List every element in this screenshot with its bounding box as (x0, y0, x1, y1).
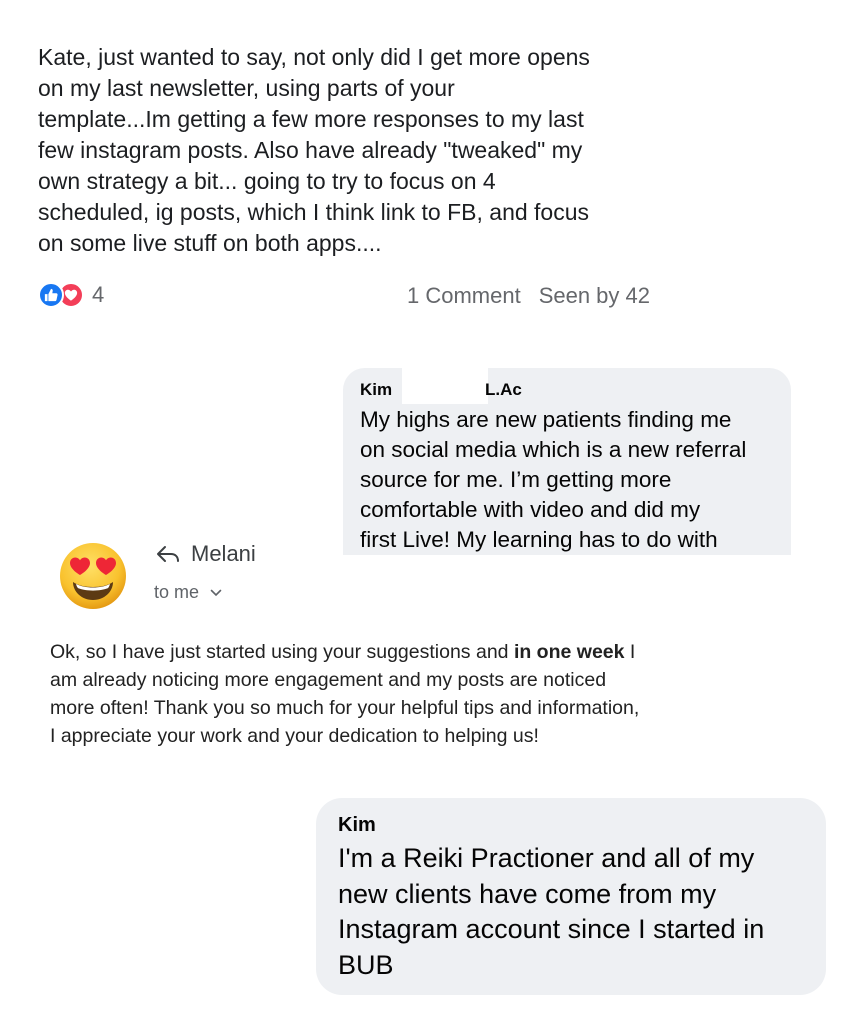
email-sender[interactable]: Melani (191, 541, 256, 567)
seen-by-count[interactable]: Seen by 42 (539, 283, 650, 308)
reaction-count: 4 (92, 282, 105, 307)
recipient-label: to me (154, 582, 200, 602)
chevron-down-icon (210, 589, 222, 597)
post-reaction-bar: 4 1 Comment Seen by 42 (38, 280, 650, 312)
comment-text: I'm a Reiki Practioner and all of my new… (338, 843, 765, 980)
email-body-text-1: Ok, so I have just started using your su… (50, 641, 514, 663)
post-stats: 1 Comment Seen by 42 (407, 283, 650, 309)
redaction-block (402, 368, 488, 404)
reply-arrow-icon[interactable] (156, 544, 180, 564)
recipient-dropdown[interactable]: to me (154, 582, 222, 603)
comment-author-suffix: L.Ac (485, 380, 522, 399)
email-body-bold: in one week (513, 641, 625, 663)
comment-bubble-kim: Kim I'm a Reiki Practioner and all of my… (316, 798, 826, 995)
comment-bubble-kim-lac: Kim L.Ac My highs are new patients findi… (343, 368, 791, 555)
comment-author[interactable]: Kim (338, 814, 806, 837)
comment-text: My highs are new patients finding me on … (360, 407, 747, 552)
email-body: Ok, so I have just started using your su… (50, 638, 650, 750)
like-icon (38, 282, 64, 308)
comment-author[interactable]: Kim L.Ac (360, 368, 773, 404)
comments-count-link[interactable]: 1 Comment (407, 283, 521, 308)
comment-author-first-name: Kim (360, 380, 393, 399)
reactions-summary[interactable]: 4 (38, 282, 104, 308)
post-text: Kate, just wanted to say, not only did I… (38, 44, 590, 256)
heart-eyes-emoji-icon (60, 543, 126, 609)
